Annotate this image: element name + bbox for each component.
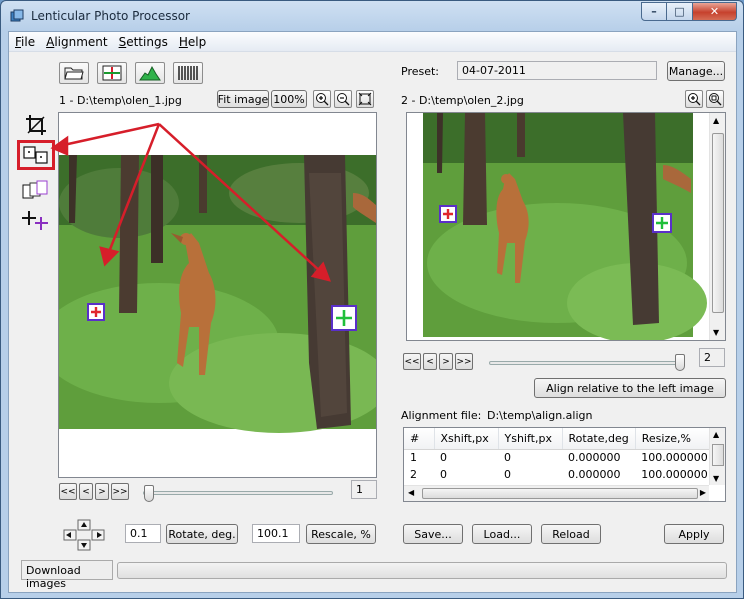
col-resize[interactable]: Resize,%: [635, 428, 715, 450]
apply-button[interactable]: Apply: [664, 524, 724, 544]
client-area: File Alignment Settings Help 1 - D:\temp…: [8, 31, 737, 593]
rescale-input[interactable]: 100.1: [252, 524, 300, 543]
save-button[interactable]: Save...: [403, 524, 463, 544]
right-frame-slider[interactable]: [489, 361, 685, 365]
preset-field[interactable]: 04-07-2011: [457, 61, 657, 80]
left-prev-button[interactable]: <: [79, 483, 93, 500]
right-next-button[interactable]: >: [439, 353, 453, 370]
rotate-input[interactable]: 0.1: [125, 524, 161, 543]
right-zoom-in-button[interactable]: [685, 90, 703, 108]
zoom-fit-icon: [709, 93, 722, 106]
hscroll-thumb[interactable]: [422, 488, 698, 499]
scroll-thumb[interactable]: [712, 444, 724, 466]
green-cross-icon: [656, 217, 668, 229]
maximize-button[interactable]: □: [667, 2, 693, 21]
scroll-down-icon[interactable]: ▼: [713, 474, 719, 483]
right-last-button[interactable]: >>: [455, 353, 473, 370]
rotate-button[interactable]: Rotate, deg.: [166, 524, 238, 544]
load-button[interactable]: Load...: [472, 524, 532, 544]
zoom-in-icon: [688, 93, 701, 106]
right-fit-button[interactable]: [706, 90, 724, 108]
alignment-file-path: D:\temp\align.align: [487, 409, 593, 422]
table-hscroll[interactable]: ◀ ▶: [404, 485, 709, 501]
alignment-file-label: Alignment file:: [401, 409, 482, 422]
col-xshift[interactable]: Xshift,px: [434, 428, 499, 450]
manage-button[interactable]: Manage...: [667, 61, 725, 81]
right-marker-green[interactable]: [652, 213, 672, 233]
download-progress-bar: [117, 562, 727, 579]
table-vscroll[interactable]: ▲ ▼: [709, 428, 725, 485]
right-slider-thumb[interactable]: [675, 354, 685, 371]
preset-label: Preset:: [401, 65, 440, 78]
left-slider-thumb[interactable]: [144, 485, 154, 502]
minimize-button[interactable]: –: [641, 2, 667, 21]
app-icon: [10, 9, 24, 22]
scroll-thumb[interactable]: [712, 133, 724, 313]
table-row[interactable]: 2 0 0 0.000000 100.000000: [404, 466, 714, 483]
status-text: Download images: [21, 560, 113, 590]
right-image-caption: 2 - D:\temp\olen_2.jpg: [401, 94, 524, 107]
alignment-table[interactable]: # Xshift,px Yshift,px Rotate,deg Resize,…: [403, 427, 726, 502]
window-title: Lenticular Photo Processor: [31, 9, 190, 23]
right-image-scrollbar[interactable]: ▲ ▼: [709, 113, 725, 340]
left-last-button[interactable]: >>: [111, 483, 129, 500]
left-frame-number: 1: [351, 480, 377, 499]
col-yshift[interactable]: Yshift,px: [498, 428, 563, 450]
red-cross-icon: [443, 209, 453, 219]
scroll-up-icon[interactable]: ▲: [713, 430, 719, 439]
left-next-button[interactable]: >: [95, 483, 109, 500]
col-rotate[interactable]: Rotate,deg: [562, 428, 636, 450]
right-image-view[interactable]: ▲ ▼: [406, 112, 726, 341]
rescale-button[interactable]: Rescale, %: [306, 524, 376, 544]
right-first-button[interactable]: <<: [403, 353, 421, 370]
app-window: Lenticular Photo Processor – □ ✕ File Al…: [0, 0, 744, 599]
table-row[interactable]: 1 0 0 0.000000 100.000000: [404, 449, 714, 466]
right-marker-red[interactable]: [439, 205, 457, 223]
align-left-button[interactable]: Align relative to the left image: [534, 378, 726, 398]
reload-button[interactable]: Reload: [541, 524, 601, 544]
move-arrows-icon[interactable]: [61, 519, 109, 551]
left-first-button[interactable]: <<: [59, 483, 77, 500]
right-frame-number: 2: [699, 348, 725, 367]
col-index[interactable]: #: [404, 428, 435, 450]
scroll-left-icon[interactable]: ◀: [408, 488, 414, 497]
right-prev-button[interactable]: <: [423, 353, 437, 370]
scroll-right-icon[interactable]: ▶: [700, 488, 706, 497]
scroll-up-icon[interactable]: ▲: [713, 116, 719, 125]
close-button[interactable]: ✕: [693, 2, 737, 21]
left-frame-slider[interactable]: [143, 491, 333, 495]
scroll-down-icon[interactable]: ▼: [713, 328, 719, 337]
title-bar[interactable]: Lenticular Photo Processor – □ ✕: [1, 1, 743, 31]
